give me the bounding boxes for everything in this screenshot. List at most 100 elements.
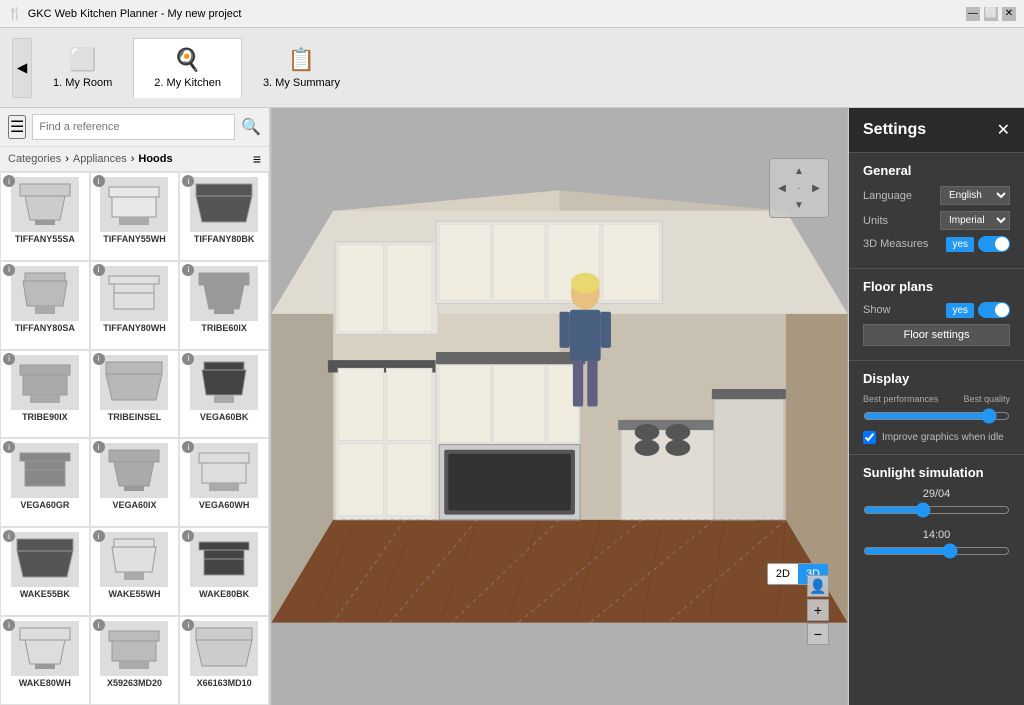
- product-item-vega60ix[interactable]: i VEGA60IX: [90, 438, 180, 527]
- nav-left-button[interactable]: ◀: [774, 180, 790, 196]
- nav-down-left: [774, 197, 790, 213]
- product-image: [11, 532, 79, 587]
- info-icon[interactable]: i: [3, 175, 15, 187]
- window-controls[interactable]: — ⬜ ✕: [966, 7, 1016, 21]
- nav-down-button[interactable]: ▼: [791, 197, 807, 213]
- nav-down-right: [808, 197, 824, 213]
- maximize-button[interactable]: ⬜: [984, 7, 998, 21]
- product-item-tiffany55wh[interactable]: i TIFFANY55WH: [90, 172, 180, 261]
- show-track[interactable]: [978, 302, 1010, 318]
- product-image: [190, 621, 258, 676]
- tab-kitchen-label: 2. My Kitchen: [154, 77, 221, 89]
- minimize-button[interactable]: —: [966, 7, 980, 21]
- info-icon[interactable]: i: [93, 530, 105, 542]
- collapse-button[interactable]: ◀: [12, 38, 32, 98]
- product-item-vega60bk[interactable]: i VEGA60BK: [179, 350, 269, 439]
- date-slider[interactable]: [863, 502, 1010, 518]
- sunlight-section: Sunlight simulation 29/04 14:00: [849, 455, 1024, 580]
- product-item-wake80wh[interactable]: i WAKE80WH: [0, 616, 90, 705]
- floorplans-section: Floor plans Show yes Floor settings: [849, 269, 1024, 361]
- floor-settings-button[interactable]: Floor settings: [863, 324, 1010, 346]
- product-name: X66163MD10: [197, 678, 252, 688]
- center-panel: 💡 🔧 📷 🔍 ↩ 💾 + 👤 ? ⚙: [270, 108, 849, 705]
- show-toggle[interactable]: yes: [946, 302, 1010, 318]
- product-item-tiffany55sa[interactable]: i TIFFANY55SA: [0, 172, 90, 261]
- tab-summary[interactable]: 📋 3. My Summary: [242, 38, 361, 98]
- info-icon[interactable]: i: [182, 353, 194, 365]
- display-quality-slider[interactable]: [863, 408, 1010, 424]
- close-button[interactable]: ✕: [1002, 7, 1016, 21]
- measures3d-track[interactable]: [978, 236, 1010, 252]
- settings-close-button[interactable]: ✕: [997, 120, 1010, 140]
- product-name: X59263MD20: [107, 678, 162, 688]
- measures3d-toggle[interactable]: yes: [946, 236, 1010, 252]
- nav-up-button[interactable]: ▲: [791, 163, 807, 179]
- improve-graphics-checkbox[interactable]: [863, 431, 876, 444]
- show-thumb: [995, 303, 1009, 317]
- product-item-vega60gr[interactable]: i VEGA60GR: [0, 438, 90, 527]
- product-name: WAKE80BK: [199, 589, 249, 599]
- improve-graphics-label: Improve graphics when idle: [882, 432, 1004, 443]
- product-item-tribe60ix[interactable]: i TRIBE60IX: [179, 261, 269, 350]
- product-item-tiffany80sa[interactable]: i TIFFANY80SA: [0, 261, 90, 350]
- breadcrumb-appliances[interactable]: Appliances: [73, 153, 127, 165]
- product-item-x59263md20[interactable]: i X59263MD20: [90, 616, 180, 705]
- product-name: TRIBEINSEL: [108, 412, 162, 422]
- nav-bar: ◀ ⬜ 1. My Room 🍳 2. My Kitchen 📋 3. My S…: [0, 28, 1024, 108]
- units-select[interactable]: Imperial Metric: [940, 211, 1010, 230]
- product-image: [190, 443, 258, 498]
- content-area: ☰ 🔍 Categories › Appliances › Hoods ≡ i …: [0, 108, 1024, 705]
- product-image: [100, 621, 168, 676]
- product-name: VEGA60WH: [199, 500, 250, 510]
- info-icon[interactable]: i: [93, 264, 105, 276]
- zoom-person-button[interactable]: 👤: [807, 575, 829, 597]
- breadcrumb-categories[interactable]: Categories: [8, 153, 61, 165]
- nav-right-button[interactable]: ▶: [808, 180, 824, 196]
- general-title: General: [863, 163, 1010, 178]
- list-view-button[interactable]: ≡: [253, 151, 261, 167]
- product-item-wake80bk[interactable]: i WAKE80BK: [179, 527, 269, 616]
- product-name: TRIBE60IX: [201, 323, 247, 333]
- info-icon[interactable]: i: [93, 619, 105, 631]
- show-row: Show yes: [863, 302, 1010, 318]
- 2d-button[interactable]: 2D: [768, 564, 798, 584]
- product-image: [11, 443, 79, 498]
- product-item-tribeinsel[interactable]: i TRIBEINSEL: [90, 350, 180, 439]
- product-image: [11, 621, 79, 676]
- info-icon[interactable]: i: [93, 353, 105, 365]
- product-item-wake55wh[interactable]: i WAKE55WH: [90, 527, 180, 616]
- nav-widget[interactable]: ▲ ◀ · ▶ ▼: [769, 158, 829, 218]
- menu-button[interactable]: ☰: [8, 115, 26, 139]
- time-slider[interactable]: [863, 543, 1010, 559]
- product-item-vega60wh[interactable]: i VEGA60WH: [179, 438, 269, 527]
- settings-title: Settings: [863, 121, 926, 139]
- search-input[interactable]: [32, 114, 235, 140]
- tab-room[interactable]: ⬜ 1. My Room: [32, 38, 133, 98]
- app-icon: 🍴: [8, 7, 22, 20]
- language-select[interactable]: English French German Spanish: [940, 186, 1010, 205]
- left-panel: ☰ 🔍 Categories › Appliances › Hoods ≡ i …: [0, 108, 270, 705]
- tab-summary-label: 3. My Summary: [263, 77, 340, 89]
- nav-center: ·: [791, 180, 807, 196]
- info-icon[interactable]: i: [93, 175, 105, 187]
- zoom-in-button[interactable]: +: [807, 599, 829, 621]
- search-button[interactable]: 🔍: [241, 117, 261, 137]
- product-image: [190, 177, 258, 232]
- tab-kitchen[interactable]: 🍳 2. My Kitchen: [133, 38, 242, 98]
- measures3d-yes: yes: [946, 237, 974, 252]
- language-row: Language English French German Spanish: [863, 186, 1010, 205]
- product-item-wake55bk[interactable]: i WAKE55BK: [0, 527, 90, 616]
- product-item-tiffany80wh[interactable]: i TIFFANY80WH: [90, 261, 180, 350]
- product-item-tiffany80bk[interactable]: i TIFFANY80BK: [179, 172, 269, 261]
- show-label: Show: [863, 304, 891, 316]
- info-icon[interactable]: i: [3, 264, 15, 276]
- units-row: Units Imperial Metric: [863, 211, 1010, 230]
- product-item-tribe90ix[interactable]: i TRIBE90IX: [0, 350, 90, 439]
- display-section: Display Best performances Best quality I…: [849, 361, 1024, 455]
- product-image: [190, 532, 258, 587]
- product-item-x66163md10[interactable]: i X66163MD10: [179, 616, 269, 705]
- info-icon[interactable]: i: [3, 353, 15, 365]
- settings-panel: Settings ✕ General Language English Fren…: [849, 108, 1024, 705]
- zoom-out-button[interactable]: −: [807, 623, 829, 645]
- quality-label: Best quality: [963, 394, 1010, 404]
